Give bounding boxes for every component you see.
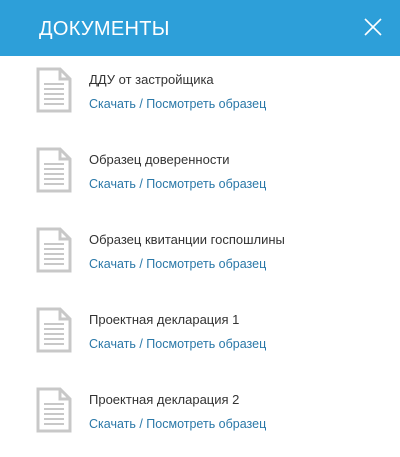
preview-link[interactable]: Посмотреть образец (146, 417, 266, 431)
document-icon (36, 307, 72, 353)
document-icon (36, 227, 72, 273)
document-actions: Скачать / Посмотреть образец (89, 336, 266, 352)
preview-link[interactable]: Посмотреть образец (146, 257, 266, 271)
list-item: Образец квитанции госпошлины Скачать / П… (0, 226, 400, 306)
list-item: Образец доверенности Скачать / Посмотрет… (0, 146, 400, 226)
document-actions: Скачать / Посмотреть образец (89, 176, 266, 192)
list-item: ДДУ от застройщика Скачать / Посмотреть … (0, 66, 400, 146)
preview-link[interactable]: Посмотреть образец (146, 337, 266, 351)
download-link[interactable]: Скачать (89, 257, 136, 271)
modal-title: ДОКУМЕНТЫ (39, 18, 170, 40)
document-icon (36, 387, 72, 433)
list-item: Проектная декларация 1 Скачать / Посмотр… (0, 306, 400, 386)
modal-header: ДОКУМЕНТЫ (0, 0, 400, 56)
link-separator: / (135, 337, 147, 351)
document-title: Образец квитанции госпошлины (89, 232, 285, 247)
document-actions: Скачать / Посмотреть образец (89, 96, 266, 112)
download-link[interactable]: Скачать (89, 97, 136, 111)
download-link[interactable]: Скачать (89, 337, 136, 351)
download-link[interactable]: Скачать (89, 177, 136, 191)
close-icon (364, 18, 382, 36)
document-title: Проектная декларация 2 (89, 392, 240, 407)
link-separator: / (135, 257, 147, 271)
document-title: Проектная декларация 1 (89, 312, 240, 327)
link-separator: / (135, 97, 147, 111)
document-actions: Скачать / Посмотреть образец (89, 256, 266, 272)
link-separator: / (135, 177, 147, 191)
document-icon (36, 67, 72, 113)
document-title: ДДУ от застройщика (89, 72, 214, 87)
list-item: Проектная декларация 2 Скачать / Посмотр… (0, 386, 400, 457)
download-link[interactable]: Скачать (89, 417, 136, 431)
link-separator: / (135, 417, 147, 431)
preview-link[interactable]: Посмотреть образец (146, 97, 266, 111)
close-button[interactable] (363, 17, 383, 37)
document-list: ДДУ от застройщика Скачать / Посмотреть … (0, 66, 400, 457)
document-title: Образец доверенности (89, 152, 230, 167)
preview-link[interactable]: Посмотреть образец (146, 177, 266, 191)
document-actions: Скачать / Посмотреть образец (89, 416, 266, 432)
documents-modal: ДОКУМЕНТЫ ДДУ от застройщика Скачать / П… (0, 0, 400, 457)
document-icon (36, 147, 72, 193)
